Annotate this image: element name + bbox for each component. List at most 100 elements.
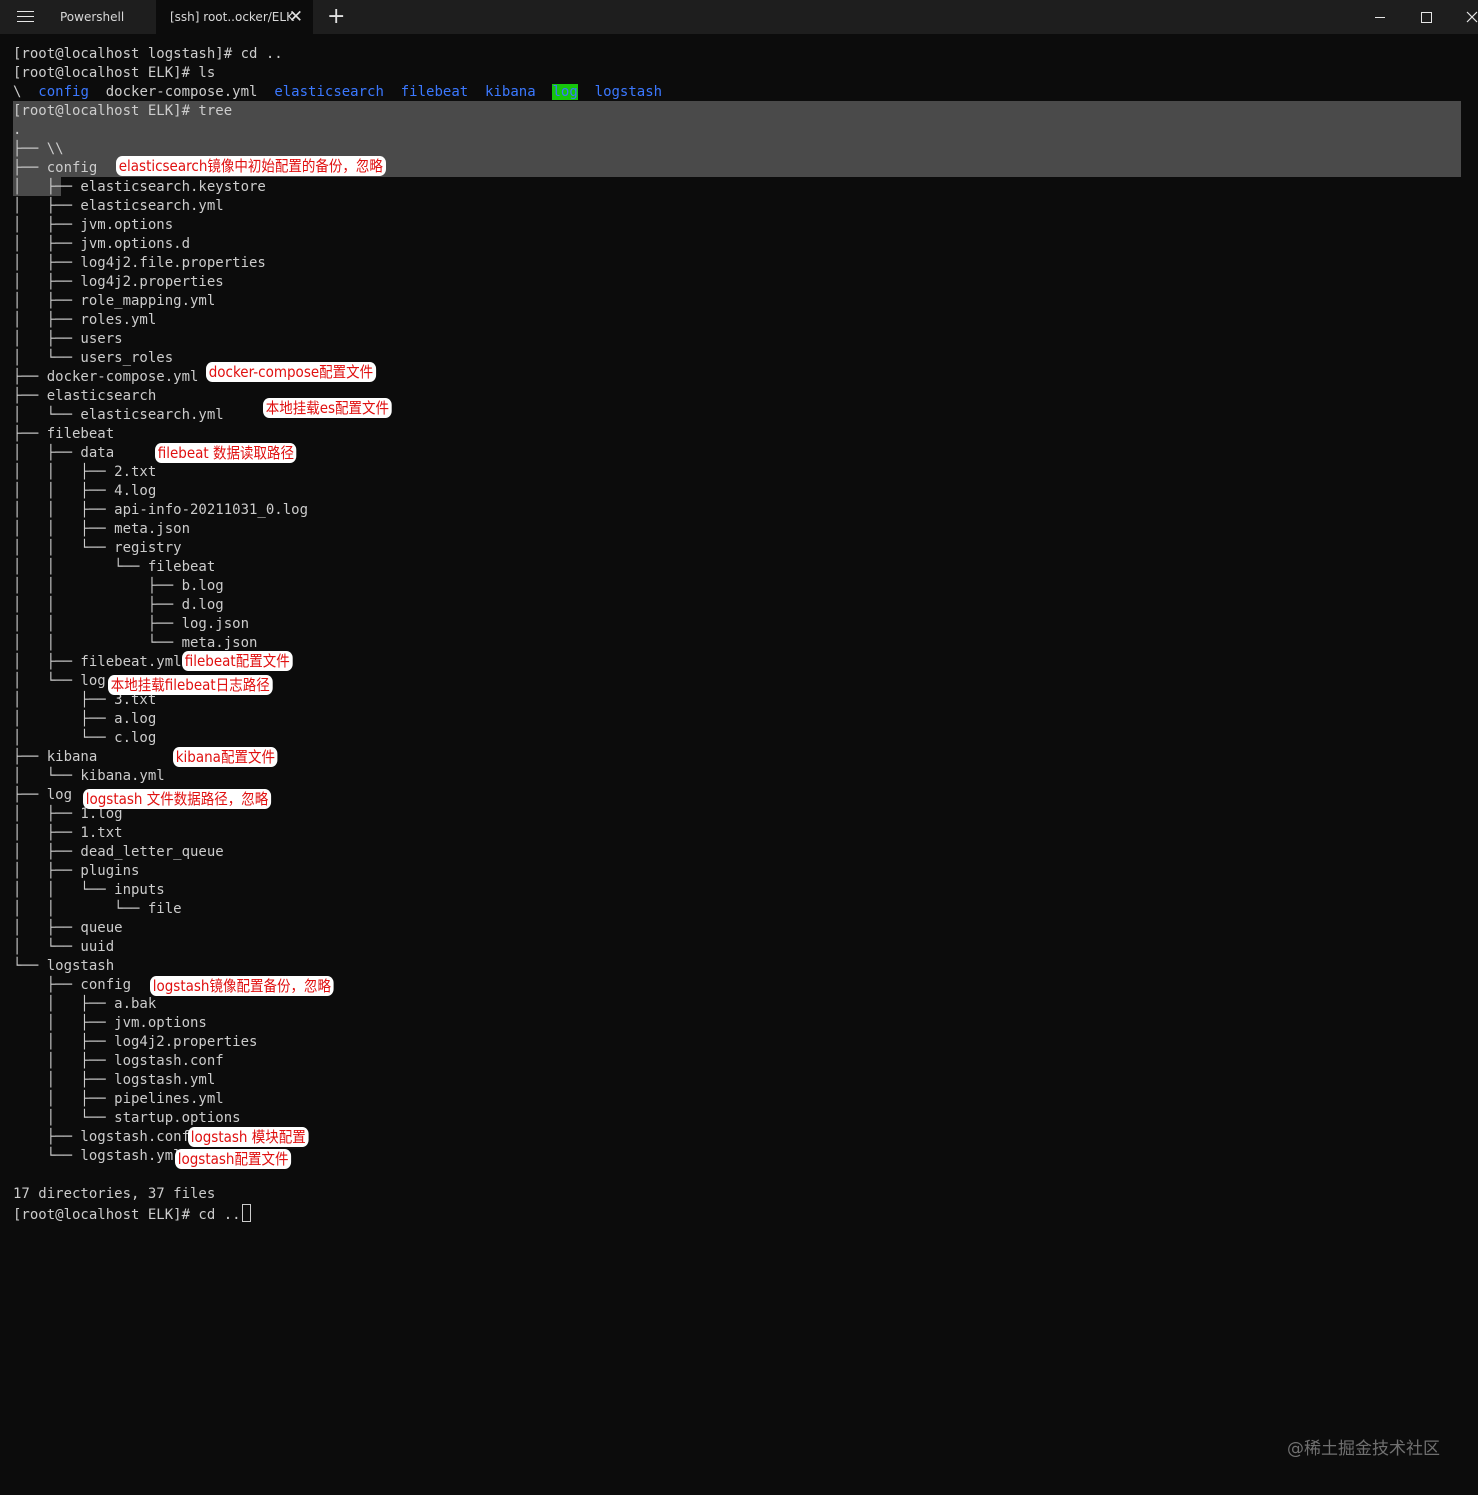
terminal-line-text: │ ├── log4j2.file.properties	[13, 255, 266, 271]
terminal-line: │ ├── users	[13, 330, 123, 349]
ls-directory: config	[38, 84, 89, 100]
ls-text: \	[13, 84, 39, 100]
terminal-line-text: [root@localhost ELK]# tree	[13, 103, 233, 119]
terminal-line-text: │ │ ├── 4.log	[13, 483, 157, 499]
terminal-line: 17 directories, 37 files	[13, 1185, 215, 1204]
terminal-line-text: │ └── startup.options	[13, 1110, 241, 1126]
terminal-line: │ │ ├── meta.json	[13, 520, 190, 539]
terminal-line-text: │ │ └── meta.json	[13, 635, 258, 651]
terminal-line-text: ├── config	[13, 160, 98, 176]
terminal-line: │ ├── a.log	[13, 710, 156, 729]
terminal-line: ├── docker-compose.yml	[13, 368, 198, 387]
terminal-line: │ │ ├── 2.txt	[13, 463, 156, 482]
tab-powershell[interactable]: Powershell	[46, 0, 154, 34]
terminal-line: │ │ ├── api-info-20211031_0.log	[13, 501, 308, 520]
annotation-label: logstash镜像配置备份，忽略	[150, 976, 334, 996]
terminal-line: ├── config	[13, 976, 131, 995]
terminal-line-text: │ └── log	[13, 673, 106, 689]
plus-icon[interactable]: +	[327, 0, 345, 34]
terminal-line: │ ├── a.bak	[13, 995, 157, 1014]
terminal-line: │ ├── pipelines.yml	[13, 1090, 224, 1109]
terminal-line-text: │ └── uuid	[13, 939, 115, 955]
terminal-line: [root@localhost ELK]# tree	[13, 102, 232, 121]
terminal-line-text: │ ├── jvm.options	[13, 217, 174, 233]
terminal-line-text: ├── \\	[13, 141, 64, 157]
terminal-line-text: │ ├── roles.yml	[13, 312, 157, 328]
terminal-line: │ └── c.log	[13, 729, 156, 748]
terminal-line: └── logstash.yml	[13, 1147, 182, 1166]
terminal-line: │ │ └── registry	[13, 539, 182, 558]
terminal-output[interactable]: [root@localhost logstash]# cd .. [root@lo…	[0, 34, 1478, 1495]
terminal-line: │ └── startup.options	[13, 1109, 241, 1128]
terminal-line-text: │ │ ├── d.log	[13, 597, 224, 613]
terminal-line-text: │ └── kibana.yml	[13, 768, 165, 784]
terminal-line-text: └── logstash.yml	[13, 1148, 182, 1164]
terminal-line-text: │ │ └── registry	[13, 540, 182, 556]
terminal-line-text: │ └── c.log	[13, 730, 157, 746]
terminal-line: ├── log	[13, 786, 72, 805]
terminal-line-text: │ └── users_roles	[13, 350, 174, 366]
terminal-line: │ │ └── filebeat	[13, 558, 215, 577]
terminal-line-text: │ │ ├── meta.json	[13, 521, 191, 537]
terminal-line-text: ├── docker-compose.yml	[13, 369, 199, 385]
terminal-line-text: │ │ ├── api-info-20211031_0.log	[13, 502, 309, 518]
terminal-line-text: │ │ ├── log.json	[13, 616, 250, 632]
terminal-line-text: │ ├── data	[13, 445, 115, 461]
tab-ssh-elk[interactable]: [ssh] root..ocker/ELK ✕	[156, 0, 313, 34]
ls-text	[468, 84, 485, 100]
terminal-line: │ ├── jvm.options	[13, 216, 173, 235]
terminal-line: │ ├── plugins	[13, 862, 139, 881]
terminal-line: [root@localhost ELK]# cd ..	[13, 1204, 251, 1225]
terminal-line-text: │ ├── logstash.yml	[13, 1072, 216, 1088]
minimize-icon[interactable]	[1357, 0, 1403, 34]
close-window-icon[interactable]	[1449, 0, 1478, 34]
ls-directory: logstash	[594, 84, 663, 100]
terminal-line-text: │ │ └── filebeat	[13, 559, 216, 575]
terminal-line-text: ├── logstash.conf	[13, 1129, 191, 1145]
terminal-line: ├── kibana	[13, 748, 97, 767]
terminal-line-text: [root@localhost ELK]# cd ..	[13, 1207, 241, 1223]
close-icon[interactable]: ✕	[289, 0, 303, 34]
terminal-line-text: │ ├── queue	[13, 920, 123, 936]
terminal-line-text: ├── config	[13, 977, 132, 993]
annotation-label: logstash 文件数据路径，忽略	[83, 789, 271, 809]
ls-highlighted-directory: log	[552, 84, 578, 100]
annotation-label: logstash配置文件	[175, 1149, 292, 1169]
ls-directory: filebeat	[400, 84, 469, 100]
text-cursor	[241, 1204, 251, 1222]
terminal-line: │ │ ├── 4.log	[13, 482, 156, 501]
terminal-line-text: ├── log	[13, 787, 73, 803]
ls-directory: kibana	[485, 84, 536, 100]
terminal-line: │ ├── jvm.options.d	[13, 235, 190, 254]
terminal-line-text: │ ├── pipelines.yml	[13, 1091, 224, 1107]
terminal-line: │ │ └── inputs	[13, 881, 165, 900]
terminal-line: ├── logstash.conf	[13, 1128, 190, 1147]
ls-text	[384, 84, 401, 100]
maximize-icon[interactable]	[1403, 0, 1449, 34]
terminal-line: │ └── kibana.yml	[13, 767, 165, 786]
terminal-line-text: └── logstash	[13, 958, 115, 974]
terminal-line: │ ├── roles.yml	[13, 311, 156, 330]
terminal-line-text: │ ├── jvm.options	[13, 1015, 207, 1031]
annotation-label: logstash 模块配置	[188, 1127, 309, 1147]
terminal-line-text: │ ├── elasticsearch.keystore	[13, 179, 266, 195]
terminal-line: │ ├── logstash.conf	[13, 1052, 224, 1071]
terminal-line-text: ├── elasticsearch	[13, 388, 157, 404]
terminal-line: │ ├── role_mapping.yml	[13, 292, 215, 311]
terminal-line-text: │ │ ├── b.log	[13, 578, 224, 594]
terminal-line-text: │ ├── log4j2.properties	[13, 1034, 258, 1050]
terminal-line: │ └── users_roles	[13, 349, 173, 368]
terminal-line: │ └── uuid	[13, 938, 114, 957]
terminal-line: │ ├── data	[13, 444, 114, 463]
terminal-line-text: [root@localhost logstash]# cd ..	[13, 46, 283, 62]
terminal-line: [root@localhost ELK]# ls	[13, 64, 215, 83]
terminal-line-text: 17 directories, 37 files	[13, 1186, 216, 1202]
tab-label: [ssh] root..ocker/ELK	[170, 10, 294, 24]
terminal-line: │ ├── log4j2.properties	[13, 273, 224, 292]
terminal-line: \ config docker-compose.yml elasticsearc…	[13, 83, 662, 102]
hamburger-menu-icon[interactable]	[17, 11, 34, 23]
terminal-line-text: │ ├── filebeat.yml	[13, 654, 182, 670]
terminal-line-text: │ ├── log4j2.properties	[13, 274, 224, 290]
terminal-line: │ │ ├── log.json	[13, 615, 249, 634]
terminal-line-text: │ ├── jvm.options.d	[13, 236, 191, 252]
